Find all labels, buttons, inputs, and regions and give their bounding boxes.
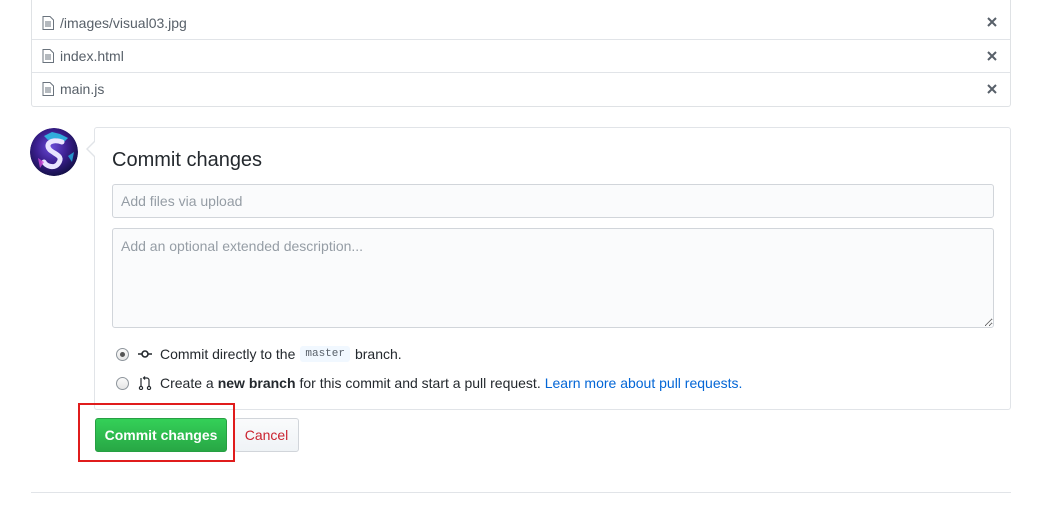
cancel-button[interactable]: Cancel (234, 418, 299, 452)
file-name: index.html (60, 48, 124, 64)
file-icon (42, 82, 54, 96)
commit-direct-label: Commit directly to the (160, 346, 296, 362)
commit-description-textarea[interactable] (112, 228, 994, 328)
file-icon (42, 15, 54, 30)
new-branch-middle: for this commit and start a pull request… (299, 375, 541, 391)
file-row: /images/visual03.jpg (32, 6, 1010, 39)
new-branch-prefix: Create a (160, 375, 214, 391)
new-branch-bold: new branch (217, 375, 296, 391)
speech-pointer-inner (88, 142, 95, 156)
file-row: main.js (32, 72, 1010, 105)
git-commit-icon (138, 347, 152, 361)
close-icon[interactable] (984, 81, 1000, 97)
git-pull-request-icon (138, 376, 152, 390)
commit-summary-input[interactable] (112, 184, 994, 218)
file-icon (42, 49, 54, 63)
file-row: index.html (32, 39, 1010, 72)
uploaded-files-list: /images/visual03.jpg index.html main.js (31, 0, 1011, 107)
commit-form: Commit changes Commit directly to the ma… (86, 127, 1011, 410)
upload-commit-page: /images/visual03.jpg index.html main.js (0, 0, 1041, 509)
divider (31, 492, 1011, 493)
close-icon[interactable] (984, 14, 1000, 30)
commit-direct-suffix: branch. (354, 346, 402, 362)
commit-direct-radio[interactable] (116, 347, 129, 361)
commit-direct-option[interactable]: Commit directly to the master branch. (116, 344, 402, 364)
avatar (30, 128, 78, 176)
learn-more-pull-requests-link[interactable]: Learn more about pull requests. (545, 375, 743, 391)
close-icon[interactable] (984, 48, 1000, 64)
file-name: /images/visual03.jpg (60, 14, 187, 31)
file-name: main.js (60, 81, 105, 97)
new-branch-option[interactable]: Create a new branch for this commit and … (116, 373, 742, 393)
new-branch-radio[interactable] (116, 376, 129, 390)
commit-changes-button[interactable]: Commit changes (95, 418, 227, 452)
commit-form-title: Commit changes (112, 149, 263, 171)
branch-name: master (300, 346, 350, 362)
